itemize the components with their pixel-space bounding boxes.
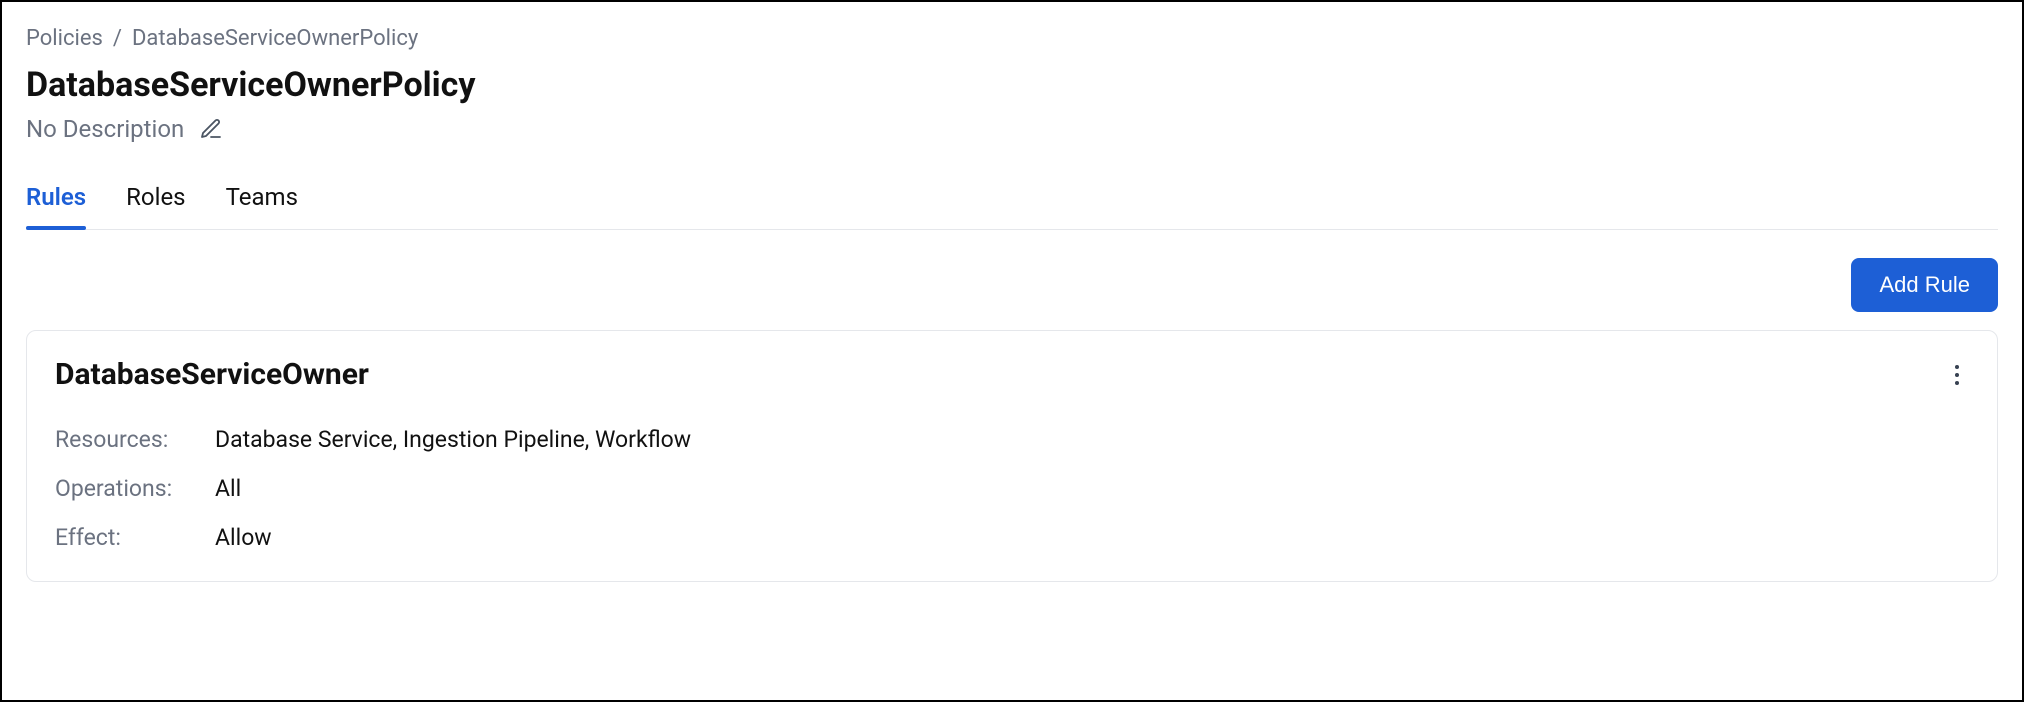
- tab-teams[interactable]: Teams: [226, 183, 298, 229]
- resources-label: Resources:: [55, 426, 215, 453]
- page-title: DatabaseServiceOwnerPolicy: [26, 65, 1998, 105]
- breadcrumb-separator: /: [113, 26, 122, 51]
- breadcrumb: Policies / DatabaseServiceOwnerPolicy: [26, 26, 1998, 51]
- rule-card-header: DatabaseServiceOwner: [55, 357, 1969, 392]
- breadcrumb-current: DatabaseServiceOwnerPolicy: [132, 26, 418, 51]
- description-text: No Description: [26, 115, 184, 143]
- operations-label: Operations:: [55, 475, 215, 502]
- rule-operations-row: Operations: All: [55, 475, 1969, 502]
- resources-value: Database Service, Ingestion Pipeline, Wo…: [215, 426, 691, 453]
- tab-roles[interactable]: Roles: [126, 183, 185, 229]
- rule-effect-row: Effect: Allow: [55, 524, 1969, 551]
- kebab-menu-icon[interactable]: [1945, 363, 1969, 387]
- rule-card: DatabaseServiceOwner Resources: Database…: [26, 330, 1998, 582]
- add-rule-button[interactable]: Add Rule: [1851, 258, 1998, 312]
- tabs: Rules Roles Teams: [26, 183, 1998, 230]
- description-row: No Description: [26, 115, 1998, 143]
- effect-label: Effect:: [55, 524, 215, 551]
- actions-row: Add Rule: [26, 258, 1998, 312]
- rule-title: DatabaseServiceOwner: [55, 357, 369, 392]
- effect-value: Allow: [215, 524, 272, 551]
- tab-rules[interactable]: Rules: [26, 183, 86, 229]
- breadcrumb-root[interactable]: Policies: [26, 26, 103, 51]
- operations-value: All: [215, 475, 241, 502]
- edit-icon[interactable]: [198, 116, 224, 142]
- rule-resources-row: Resources: Database Service, Ingestion P…: [55, 426, 1969, 453]
